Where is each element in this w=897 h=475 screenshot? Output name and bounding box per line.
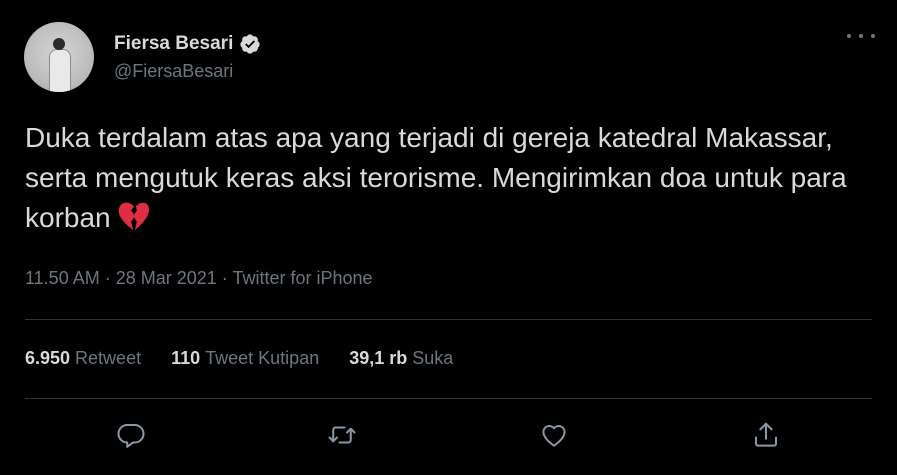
- more-dot: [871, 34, 875, 38]
- tweet-card: Fiersa Besari @FiersaBesari Duka terdala…: [0, 0, 897, 475]
- heart-icon[interactable]: [539, 420, 569, 450]
- tweet-stats: 6.950 Retweet 110 Tweet Kutipan 39,1 rb …: [25, 348, 483, 369]
- quotes-label: Tweet Kutipan: [205, 348, 320, 368]
- divider: [25, 398, 872, 399]
- likes-stat[interactable]: 39,1 rb Suka: [349, 348, 453, 369]
- more-options-icon[interactable]: [847, 26, 875, 46]
- more-dot: [859, 34, 863, 38]
- likes-label: Suka: [412, 348, 454, 368]
- tweet-actions: [25, 410, 872, 460]
- quotes-stat[interactable]: 110 Tweet Kutipan: [171, 348, 319, 369]
- retweets-stat[interactable]: 6.950 Retweet: [25, 348, 141, 369]
- share-icon[interactable]: [751, 420, 781, 450]
- retweet-icon[interactable]: [327, 420, 357, 450]
- author-names: Fiersa Besari @FiersaBesari: [114, 33, 261, 82]
- avatar[interactable]: [24, 22, 94, 92]
- avatar-figure-body: [49, 49, 71, 92]
- likes-count: 39,1 rb: [349, 348, 408, 368]
- display-name[interactable]: Fiersa Besari: [114, 33, 233, 55]
- more-dot: [847, 34, 851, 38]
- tweet-meta[interactable]: 11.50 AM · 28 Mar 2021 · Twitter for iPh…: [25, 268, 373, 289]
- avatar-figure-head: [53, 38, 65, 50]
- reply-icon[interactable]: [116, 420, 146, 450]
- divider: [25, 319, 872, 320]
- user-handle[interactable]: @FiersaBesari: [114, 61, 261, 82]
- retweets-count: 6.950: [25, 348, 71, 368]
- broken-heart-icon: [117, 201, 151, 231]
- tweet-text: Duka terdalam atas apa yang terjadi di g…: [25, 118, 875, 238]
- quotes-count: 110: [171, 348, 201, 368]
- retweets-label: Retweet: [75, 348, 142, 368]
- tweet-header: Fiersa Besari @FiersaBesari: [24, 22, 261, 92]
- name-row: Fiersa Besari: [114, 33, 261, 55]
- verified-badge-icon: [239, 33, 261, 55]
